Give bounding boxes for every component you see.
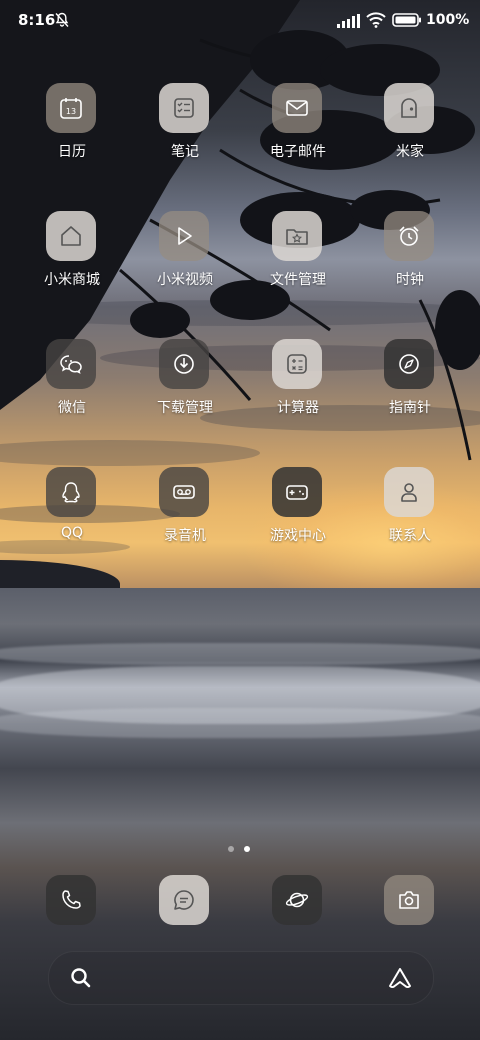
wifi-icon bbox=[366, 12, 386, 28]
app-label: 电子邮件 bbox=[270, 144, 326, 160]
app-calculator[interactable]: 计算器 bbox=[248, 339, 348, 459]
app-label: 指南针 bbox=[389, 400, 431, 416]
notes-icon bbox=[159, 83, 209, 133]
app-download-manager[interactable]: 下载管理 bbox=[135, 339, 235, 459]
app-mail[interactable]: 电子邮件 bbox=[248, 83, 348, 203]
app-label: 小米商城 bbox=[44, 272, 100, 288]
app-label: QQ bbox=[60, 525, 84, 541]
app-label: 录音机 bbox=[164, 528, 206, 544]
page-dot[interactable] bbox=[228, 846, 234, 852]
signal-icon bbox=[337, 14, 360, 28]
app-notes[interactable]: 笔记 bbox=[135, 83, 235, 203]
app-label: 计算器 bbox=[277, 400, 319, 416]
camera-icon[interactable] bbox=[384, 875, 434, 925]
home-store-icon bbox=[46, 211, 96, 261]
mail-icon bbox=[272, 83, 322, 133]
phone-icon[interactable] bbox=[46, 875, 96, 925]
contacts-icon bbox=[384, 467, 434, 517]
calculator-icon bbox=[272, 339, 322, 389]
battery-percent: 100% bbox=[426, 12, 470, 28]
alarm-clock-icon bbox=[384, 211, 434, 261]
recorder-icon bbox=[159, 467, 209, 517]
folder-icon bbox=[272, 211, 322, 261]
app-label: 下载管理 bbox=[157, 400, 213, 416]
app-label: 时钟 bbox=[396, 272, 424, 288]
app-wechat[interactable]: 微信 bbox=[22, 339, 122, 459]
compass-icon bbox=[384, 339, 434, 389]
app-compass[interactable]: 指南针 bbox=[360, 339, 460, 459]
dock bbox=[0, 875, 480, 935]
app-mi-store[interactable]: 小米商城 bbox=[22, 211, 122, 331]
app-label: 米家 bbox=[396, 144, 424, 160]
mi-home-icon bbox=[384, 83, 434, 133]
app-label: 日历 bbox=[58, 144, 86, 160]
calendar-icon: 13 bbox=[46, 83, 96, 133]
app-contacts[interactable]: 联系人 bbox=[360, 467, 460, 587]
app-label: 游戏中心 bbox=[270, 528, 326, 544]
download-icon bbox=[159, 339, 209, 389]
page-dot-active[interactable] bbox=[244, 846, 250, 852]
app-clock[interactable]: 时钟 bbox=[360, 211, 460, 331]
wechat-icon bbox=[46, 339, 96, 389]
gamepad-icon bbox=[272, 467, 322, 517]
calendar-day: 13 bbox=[66, 107, 76, 116]
messages-icon[interactable] bbox=[159, 875, 209, 925]
bell-muted-icon bbox=[55, 12, 69, 27]
search-icon[interactable] bbox=[69, 966, 93, 990]
search-bar[interactable] bbox=[48, 951, 434, 1005]
app-label: 笔记 bbox=[171, 144, 199, 160]
play-icon bbox=[159, 211, 209, 261]
status-time: 8:16 bbox=[18, 11, 56, 29]
assistant-icon[interactable] bbox=[387, 965, 413, 991]
app-mi-home[interactable]: 米家 bbox=[360, 83, 460, 203]
status-bar: 8:16 100% bbox=[0, 0, 480, 42]
app-label: 微信 bbox=[58, 400, 86, 416]
app-game-center[interactable]: 游戏中心 bbox=[248, 467, 348, 587]
planet-browser-icon[interactable] bbox=[272, 875, 322, 925]
app-recorder[interactable]: 录音机 bbox=[135, 467, 235, 587]
app-label: 联系人 bbox=[389, 528, 431, 544]
app-qq[interactable]: QQ bbox=[22, 467, 122, 587]
app-calendar[interactable]: 13 日历 bbox=[22, 83, 122, 203]
app-label: 文件管理 bbox=[270, 272, 326, 288]
battery-icon bbox=[392, 13, 421, 27]
page-indicator[interactable] bbox=[228, 846, 258, 854]
app-mi-video[interactable]: 小米视频 bbox=[135, 211, 235, 331]
app-file-manager[interactable]: 文件管理 bbox=[248, 211, 348, 331]
app-label: 小米视频 bbox=[157, 272, 213, 288]
qq-icon bbox=[46, 467, 96, 517]
